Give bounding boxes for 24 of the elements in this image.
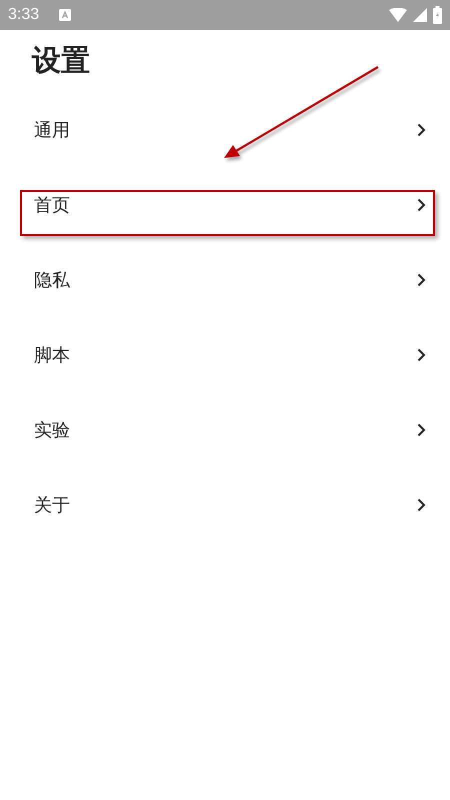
settings-item[interactable]: 关于 bbox=[0, 467, 450, 542]
item-label: 实验 bbox=[34, 418, 70, 442]
item-label: 关于 bbox=[34, 494, 70, 516]
settings-item[interactable]: 首页 bbox=[0, 167, 450, 242]
battery-icon bbox=[433, 6, 442, 24]
status-time: 3:33 bbox=[8, 6, 40, 24]
wifi-icon bbox=[389, 8, 407, 22]
settings-item[interactable]: 脚本 bbox=[0, 317, 450, 392]
chevron-right-icon bbox=[417, 498, 426, 512]
item-label: 隐私 bbox=[34, 268, 70, 292]
chevron-right-icon bbox=[417, 198, 426, 212]
chevron-right-icon bbox=[417, 122, 426, 136]
item-label: 通用 bbox=[34, 118, 70, 142]
keyboard-notification-icon bbox=[59, 9, 72, 21]
chevron-right-icon bbox=[417, 422, 426, 436]
settings-item[interactable]: 实验 bbox=[0, 392, 450, 467]
settings-item[interactable]: 通用 bbox=[0, 92, 450, 167]
item-label: 首页 bbox=[34, 194, 70, 216]
settings-item[interactable]: 隐私 bbox=[0, 242, 450, 317]
chevron-right-icon bbox=[417, 272, 426, 286]
chevron-right-icon bbox=[417, 348, 426, 362]
page-title: 设置 bbox=[30, 42, 91, 79]
signal-icon bbox=[413, 8, 427, 22]
item-label: 脚本 bbox=[34, 344, 70, 366]
